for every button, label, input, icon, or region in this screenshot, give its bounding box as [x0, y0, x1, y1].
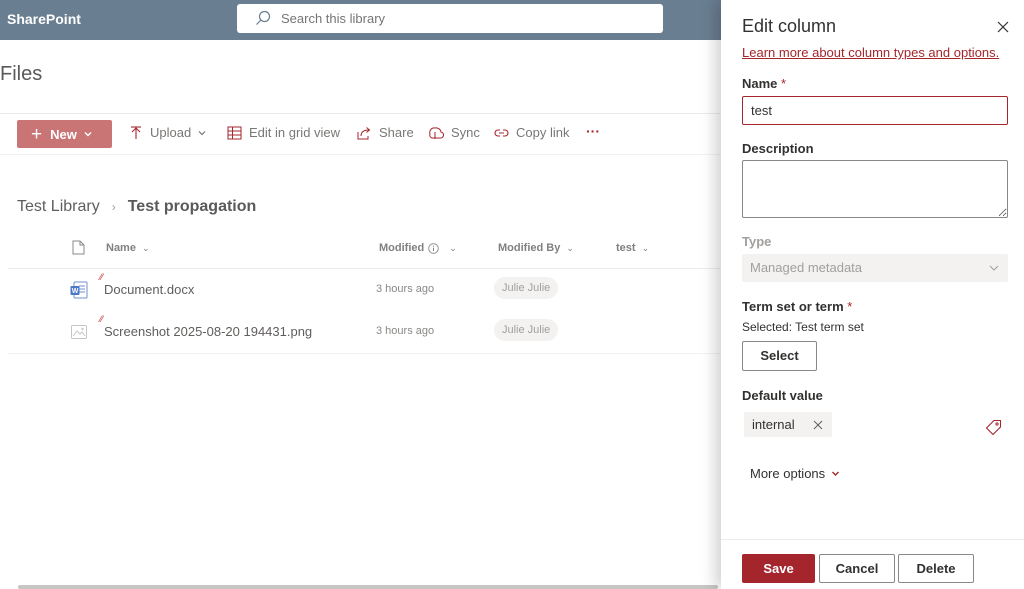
- sync-icon: [429, 127, 444, 139]
- word-file-icon: W: [70, 281, 88, 304]
- sync-label: Sync: [451, 125, 480, 140]
- image-file-icon: [70, 323, 88, 346]
- tag-icon: [985, 419, 1002, 436]
- new-item-icon: ⁄⁄: [100, 272, 104, 282]
- share-button[interactable]: Share: [357, 125, 414, 140]
- breadcrumb: Test Library › Test propagation: [17, 198, 256, 216]
- type-dropdown: Managed metadata: [742, 254, 1008, 282]
- learn-more-link[interactable]: Learn more about column types and option…: [742, 45, 999, 60]
- column-header-name[interactable]: Name ⌄: [106, 242, 150, 254]
- edit-column-panel: Edit column Learn more about column type…: [721, 0, 1024, 589]
- file-type-icon: [72, 240, 85, 255]
- file-name[interactable]: Screenshot 2025-08-20 194431.png: [104, 324, 312, 339]
- chevron-down-icon: ⌄: [141, 242, 150, 253]
- new-button-label: New: [50, 126, 77, 142]
- file-modified-by[interactable]: Julie Julie: [494, 277, 559, 299]
- column-modified-label: Modified: [379, 242, 425, 254]
- selected-term-set: Selected: Test term set: [742, 320, 864, 334]
- panel-title: Edit column: [742, 16, 837, 36]
- new-button[interactable]: + New: [17, 120, 112, 148]
- browse-terms-button[interactable]: [985, 419, 1003, 437]
- required-marker: *: [847, 299, 853, 314]
- more-options-label: More options: [750, 466, 826, 481]
- table-row[interactable]: ⁄⁄ Screenshot 2025-08-20 194431.png 3 ho…: [8, 311, 720, 353]
- upload-button[interactable]: Upload: [129, 125, 207, 140]
- column-header-modified-by[interactable]: Modified By ⌄: [498, 242, 574, 254]
- file-modified-by[interactable]: Julie Julie: [494, 319, 559, 341]
- select-term-button[interactable]: Select: [742, 341, 817, 371]
- page-title: Files: [0, 63, 43, 85]
- more-options-toggle[interactable]: More options: [750, 466, 840, 481]
- copy-link-button[interactable]: Copy link: [494, 125, 569, 140]
- default-value-label: Default value: [742, 388, 823, 403]
- breadcrumb-parent[interactable]: Test Library: [17, 198, 100, 216]
- more-actions-button[interactable]: ···: [586, 123, 600, 139]
- delete-button[interactable]: Delete: [898, 554, 974, 583]
- file-type-header[interactable]: [72, 240, 85, 255]
- chevron-down-icon: [832, 471, 840, 476]
- chevron-down-icon: ⌄: [449, 242, 457, 253]
- required-marker: *: [781, 76, 787, 91]
- upload-icon: [131, 125, 141, 139]
- more-icon: ···: [586, 123, 600, 139]
- info-icon: [428, 242, 439, 254]
- app-brand[interactable]: SharePoint: [7, 11, 81, 27]
- plus-icon: +: [31, 123, 43, 145]
- column-name-label: Name: [106, 242, 136, 254]
- chevron-down-icon: [989, 265, 999, 271]
- edit-grid-view-button[interactable]: Edit in grid view: [227, 125, 340, 140]
- save-button[interactable]: Save: [742, 554, 815, 583]
- description-label: Description: [742, 141, 814, 156]
- share-icon: [357, 126, 371, 139]
- cancel-button[interactable]: Cancel: [819, 554, 895, 583]
- close-icon: [813, 420, 822, 429]
- column-modified-by-label: Modified By: [498, 242, 561, 254]
- description-textarea[interactable]: [742, 160, 1008, 218]
- command-bar: + New Upload Edit in grid view Share Syn…: [0, 118, 720, 150]
- grid-icon: [227, 126, 242, 139]
- default-value-tag-label: internal: [752, 417, 795, 432]
- divider: [721, 539, 1024, 540]
- breadcrumb-current: Test propagation: [127, 198, 257, 215]
- upload-label: Upload: [150, 125, 192, 140]
- file-modified: 3 hours ago: [376, 283, 435, 295]
- file-modified: 3 hours ago: [376, 325, 435, 337]
- column-name-input[interactable]: [742, 96, 1008, 125]
- divider: [0, 113, 720, 114]
- horizontal-scrollbar[interactable]: [18, 585, 718, 589]
- term-set-label-text: Term set or term: [742, 299, 844, 314]
- search-input[interactable]: [281, 8, 641, 28]
- name-label: Name *: [742, 76, 786, 91]
- chevron-down-icon: [198, 130, 206, 135]
- svg-text:W: W: [72, 288, 79, 295]
- copy-link-label: Copy link: [516, 125, 570, 140]
- sync-button[interactable]: Sync: [427, 125, 480, 140]
- name-label-text: Name: [742, 76, 778, 91]
- divider: [8, 353, 720, 354]
- search-icon: [255, 10, 271, 31]
- remove-tag-button[interactable]: [813, 420, 823, 430]
- chevron-down-icon: ⌄: [566, 242, 574, 253]
- table-row[interactable]: W ⁄⁄ Document.docx 3 hours ago Julie Jul…: [8, 269, 720, 311]
- column-header-modified[interactable]: Modified ⌄: [379, 242, 457, 254]
- close-icon: [997, 21, 1009, 33]
- file-name[interactable]: Document.docx: [104, 282, 194, 297]
- type-value: Managed metadata: [750, 260, 863, 275]
- divider: [0, 154, 720, 155]
- close-button[interactable]: [995, 19, 1011, 35]
- chevron-down-icon: ⌄: [641, 242, 650, 253]
- edit-grid-view-label: Edit in grid view: [249, 125, 341, 140]
- column-header-test[interactable]: test ⌄: [616, 242, 649, 254]
- term-set-label: Term set or term *: [742, 299, 852, 314]
- type-label: Type: [742, 234, 772, 249]
- default-value-tag: internal: [744, 412, 832, 437]
- new-item-icon: ⁄⁄: [100, 314, 104, 324]
- search-box[interactable]: [237, 4, 663, 33]
- chevron-right-icon: ›: [111, 200, 116, 214]
- chevron-down-icon: [83, 127, 93, 142]
- column-test-label: test: [616, 242, 636, 254]
- link-icon: [494, 128, 509, 137]
- share-label: Share: [379, 125, 414, 140]
